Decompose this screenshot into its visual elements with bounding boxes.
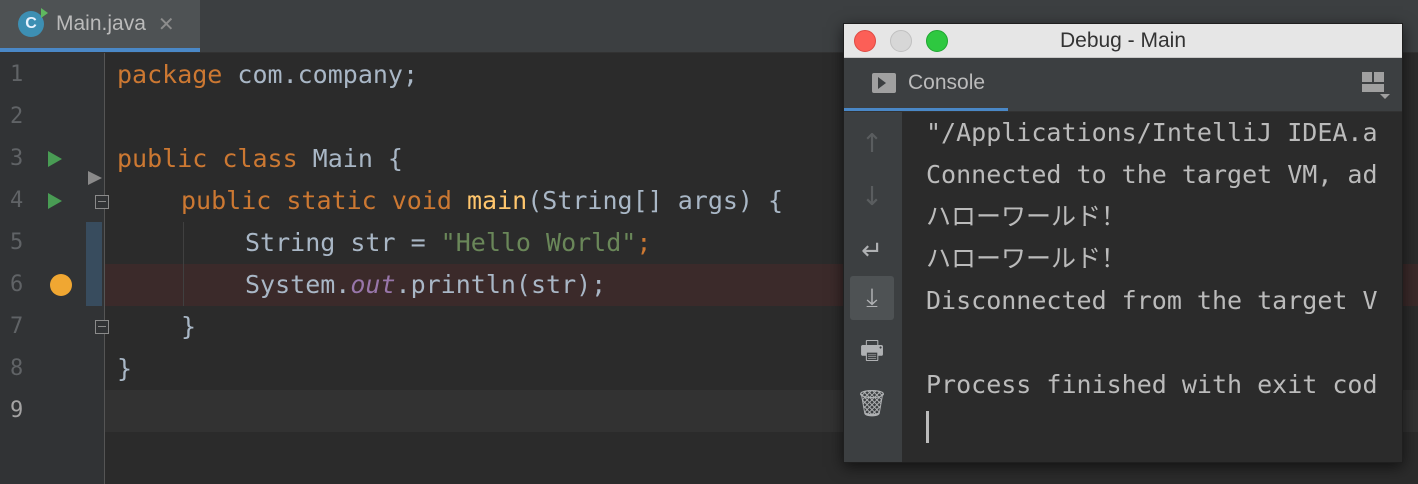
console-icon — [872, 73, 896, 93]
line-number: 2 — [10, 104, 24, 129]
string-literal: "Hello World" — [440, 228, 637, 257]
window-titlebar[interactable]: Debug - Main — [844, 24, 1402, 58]
code-line-5[interactable]: String str = "Hello World"; — [245, 222, 651, 264]
code-text: Main { — [297, 144, 403, 173]
line-number: 6 — [10, 272, 24, 297]
code-line-7[interactable]: } — [181, 306, 196, 348]
console-line: ハローワールド！ — [926, 244, 1127, 273]
line-number: 1 — [10, 62, 24, 87]
arrow-up-icon[interactable]: ↑ — [850, 122, 894, 166]
arrow-down-icon[interactable]: ↓ — [850, 175, 894, 219]
java-class-icon-letter: C — [25, 15, 37, 32]
run-badge-icon — [41, 8, 48, 18]
fold-icon[interactable] — [95, 320, 109, 334]
layout-icon[interactable] — [1362, 72, 1390, 99]
console-toolbar: ↑ ↓ ↵ ⤓ 🖶 🗑 — [844, 112, 902, 462]
code-line-3[interactable]: public class Main { — [117, 138, 403, 180]
code-line-4[interactable]: public static void main(String[] args) { — [181, 180, 783, 222]
debug-window: Debug - Main Console ↑ ↓ ↵ ⤓ 🖶 🗑 "/Appli… — [843, 23, 1403, 463]
close-icon[interactable]: ✕ — [158, 12, 175, 36]
keyword: public class — [117, 144, 298, 173]
line-number: 4 — [10, 188, 24, 213]
console-line: ハローワールド！ — [926, 202, 1127, 231]
console-output[interactable]: "/Applications/IntelliJ IDEA.a Connected… — [926, 112, 1402, 462]
print-icon[interactable]: 🖶 — [850, 332, 894, 376]
soft-wrap-icon[interactable]: ↵ — [850, 229, 894, 273]
change-marker[interactable] — [86, 222, 102, 306]
line-number: 3 — [10, 146, 24, 171]
line-number: 7 — [10, 314, 24, 339]
line-number-current: 9 — [10, 398, 24, 423]
tab-console[interactable]: Console — [844, 58, 1008, 111]
breakpoint-icon[interactable] — [50, 274, 72, 296]
console-line: Connected to the target VM, ad — [926, 160, 1378, 189]
run-icon[interactable] — [48, 151, 62, 167]
console-caret — [926, 411, 929, 443]
code-text: ; — [636, 228, 652, 257]
static-field: out — [350, 270, 396, 299]
console-line: Disconnected from the target V — [926, 286, 1378, 315]
code-text: String str = — [245, 228, 441, 257]
console-header: Console — [844, 58, 1402, 112]
tab-label: Main.java — [56, 12, 146, 35]
console-line: Process finished with exit cod — [926, 370, 1378, 399]
code-line-8[interactable]: } — [117, 348, 132, 390]
run-icon[interactable] — [48, 193, 62, 209]
window-title: Debug - Main — [1059, 29, 1187, 52]
keyword: public static void — [181, 186, 452, 215]
trash-icon[interactable]: 🗑 — [850, 382, 894, 426]
function-name: main — [467, 186, 528, 215]
keyword: package — [117, 60, 223, 89]
line-number: 8 — [10, 356, 24, 381]
tab-console-label: Console — [908, 71, 986, 94]
execution-point-icon — [88, 171, 102, 185]
line-number: 5 — [10, 230, 24, 255]
tab-main-java[interactable]: C Main.java ✕ — [0, 0, 200, 52]
code-text: com.company; — [222, 60, 419, 89]
fold-icon[interactable] — [95, 195, 109, 209]
console-line: "/Applications/IntelliJ IDEA.a — [926, 118, 1378, 147]
code-text: .println(str); — [395, 270, 607, 299]
code-line-1[interactable]: package com.company; — [117, 54, 418, 96]
code-text: (String[] args) { — [527, 186, 784, 215]
scroll-to-end-icon[interactable]: ⤓ — [850, 276, 894, 320]
code-text: System. — [245, 270, 351, 299]
indent-guide — [183, 222, 184, 306]
java-class-icon: C — [18, 8, 48, 37]
code-line-6[interactable]: System.out.println(str); — [245, 264, 606, 306]
